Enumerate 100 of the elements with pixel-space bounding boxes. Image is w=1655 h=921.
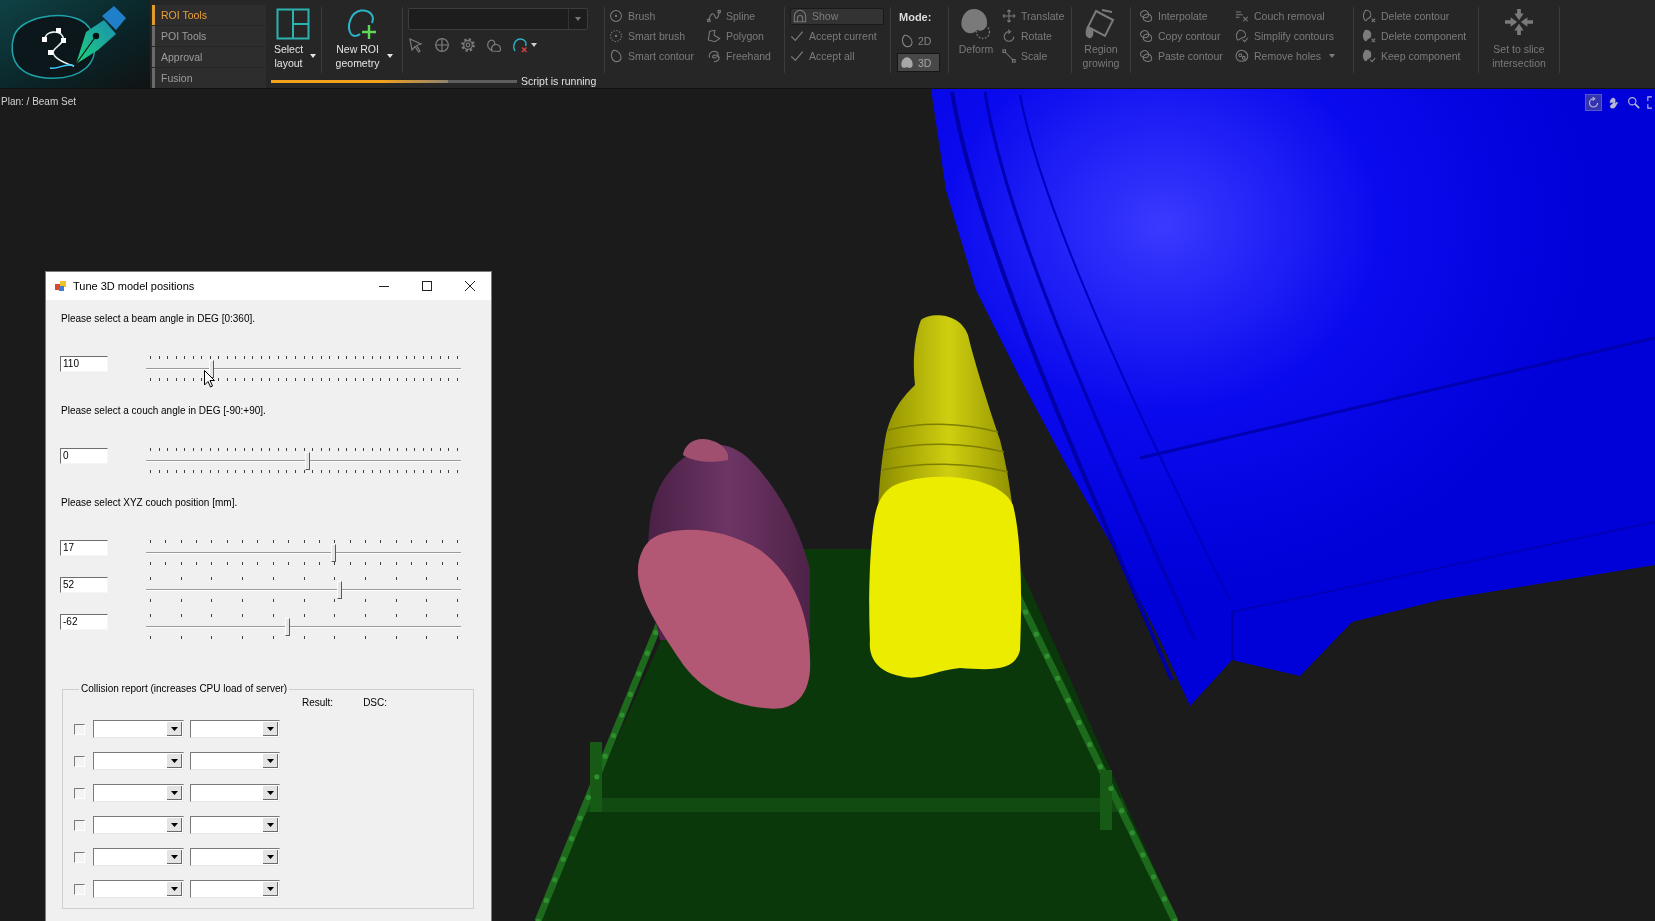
check-icon [790, 49, 804, 63]
caret-icon [170, 854, 178, 859]
check-icon [790, 29, 804, 43]
circle-dot-icon [609, 9, 623, 23]
dropdown-field[interactable] [93, 784, 184, 802]
lines-cross-icon [1235, 9, 1249, 23]
layout-button[interactable]: Select layout [268, 0, 318, 70]
mode-label: Mode: [898, 10, 933, 24]
caret-icon [266, 822, 274, 827]
scribble-icon [707, 49, 721, 63]
dropdown-button[interactable] [263, 786, 278, 800]
dropdown-field[interactable] [190, 848, 280, 866]
pointer-icon[interactable] [408, 37, 424, 53]
caret-icon [309, 54, 316, 58]
number-field[interactable]: 17 [60, 540, 108, 556]
nav-tab[interactable]: Approval [152, 47, 266, 67]
dropdown-button[interactable] [167, 754, 182, 768]
checkbox[interactable] [74, 787, 85, 799]
blob-holes-icon [1235, 49, 1249, 63]
dropdown-button[interactable] [167, 850, 182, 864]
checkbox[interactable] [74, 851, 85, 863]
caret-icon [170, 758, 178, 763]
dropdown-field[interactable] [408, 8, 588, 30]
caret-icon [575, 17, 581, 21]
dropdown-button[interactable] [167, 722, 182, 736]
dropdown-field[interactable] [93, 752, 184, 770]
dropdown-button[interactable] [167, 786, 182, 800]
maximize-icon [421, 281, 432, 291]
nav-tab[interactable]: Fusion [152, 68, 266, 88]
checkbox[interactable] [74, 723, 85, 735]
arc-cross-icon[interactable] [512, 37, 528, 53]
number-field[interactable]: 52 [60, 577, 108, 593]
caret-icon [170, 822, 178, 827]
polygon-icon [707, 29, 721, 43]
stacked-shapes-icon [1139, 9, 1153, 23]
overlapping-shapes-icon[interactable] [486, 37, 502, 53]
dropdown-field[interactable] [93, 816, 184, 834]
stacked-shapes-icon [1139, 29, 1153, 43]
number-field[interactable]: 110 [60, 356, 108, 372]
dropdown-field[interactable] [190, 720, 280, 738]
dropdown-button[interactable] [263, 754, 278, 768]
mode-option[interactable]: 3D [897, 53, 940, 72]
cursor-icon [204, 370, 215, 388]
shape-check-icon [1235, 29, 1249, 43]
move-icon [1002, 9, 1016, 23]
group-title: Collision report (increases CPU load of server) [80, 682, 289, 696]
dropdown-button[interactable] [167, 818, 182, 832]
close-icon [464, 281, 475, 291]
dropdown-field[interactable] [93, 880, 184, 898]
dropdown-button[interactable] [263, 722, 278, 736]
caret-icon [170, 790, 178, 795]
gear-icon[interactable] [460, 37, 476, 53]
dropdown-field[interactable] [190, 784, 280, 802]
stacked-shapes-icon [1139, 49, 1153, 63]
column-header: DSC: [363, 696, 388, 710]
nav-tab[interactable]: ROI Tools [152, 5, 266, 25]
prompt-text: Please select a couch angle in DEG [-90:+90]. [61, 404, 267, 418]
search-icon[interactable] [1626, 95, 1641, 110]
curve-icon [707, 9, 721, 23]
prompt-text: Please select a beam angle in DEG [0:360]. [61, 312, 256, 326]
caret-icon [170, 886, 178, 891]
caret-icon [266, 790, 274, 795]
dropdown-button[interactable] [167, 882, 182, 896]
dropdown-field[interactable] [93, 720, 184, 738]
slider-thumb[interactable] [330, 544, 336, 562]
breadcrumb-text: Plan: / Beam Set [1, 95, 77, 109]
arch-icon [793, 9, 807, 23]
number-field[interactable]: -62 [60, 614, 108, 630]
dropdown-field[interactable] [190, 752, 280, 770]
caret-icon [531, 43, 537, 47]
resize-icon [1002, 49, 1016, 63]
caret-icon [266, 886, 274, 891]
caret-icon [1329, 54, 1336, 58]
arrows-inward-icon [1504, 8, 1534, 36]
caret-icon [170, 726, 178, 731]
checkbox[interactable] [74, 819, 85, 831]
mode-option[interactable]: 2D [897, 31, 940, 50]
dropdown-button[interactable] [263, 850, 278, 864]
filled-blob-icon [900, 55, 914, 70]
slider-thumb[interactable] [209, 360, 215, 378]
crosshair-icon[interactable] [434, 37, 450, 53]
number-field[interactable]: 0 [60, 448, 108, 464]
caret-icon [266, 854, 274, 859]
rotate-icon [1002, 29, 1016, 43]
checkbox[interactable] [74, 883, 85, 895]
slider-thumb[interactable] [304, 452, 310, 470]
caret-icon [266, 758, 274, 763]
dropdown-field[interactable] [190, 816, 280, 834]
nav-tab[interactable]: POI Tools [152, 26, 266, 46]
dropdown-field[interactable] [190, 880, 280, 898]
checkbox[interactable] [74, 755, 85, 767]
dropdown-field[interactable] [93, 848, 184, 866]
rotate-icon[interactable] [1586, 95, 1601, 110]
new-geometry-button[interactable]: New ROI geometry [325, 0, 399, 70]
slider-thumb[interactable] [337, 581, 343, 599]
slider-thumb[interactable] [284, 618, 290, 636]
column-header: Result: [302, 696, 334, 710]
app-icon [55, 280, 67, 292]
dropdown-button[interactable] [263, 882, 278, 896]
dropdown-button[interactable] [263, 818, 278, 832]
